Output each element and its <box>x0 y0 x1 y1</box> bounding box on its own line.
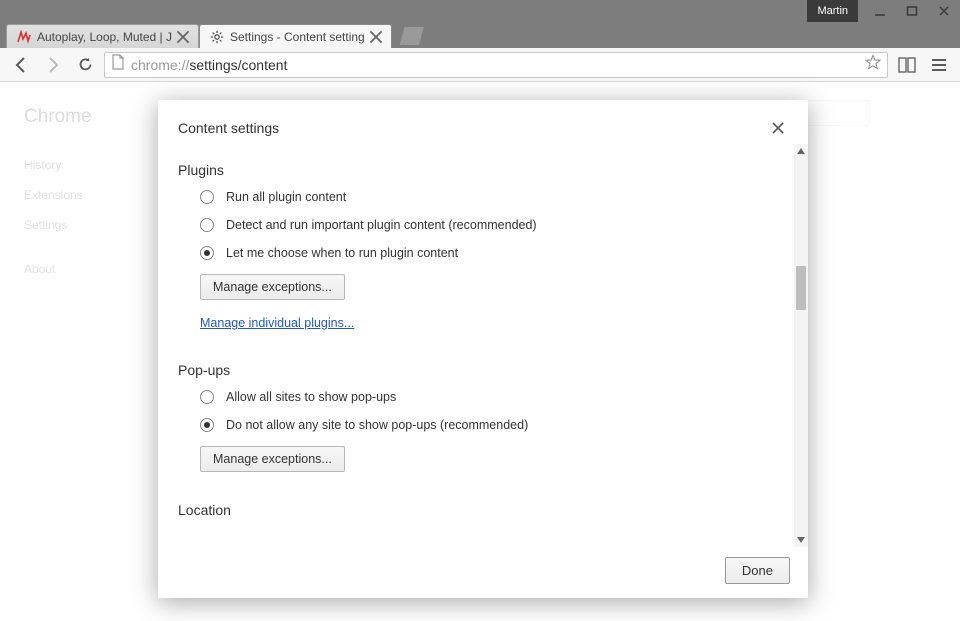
forward-button[interactable] <box>40 52 66 78</box>
gear-icon <box>210 30 224 44</box>
dialog-footer: Done <box>158 547 808 598</box>
radio-icon <box>200 190 214 204</box>
scrollbar-thumb[interactable] <box>796 266 806 310</box>
dialog-scroll-area: Plugins Run all plugin content Detect an… <box>158 144 794 547</box>
address-bar[interactable]: chrome://settings/content <box>104 52 888 78</box>
scroll-up-icon[interactable] <box>794 144 808 158</box>
window-close-button[interactable] <box>928 0 960 22</box>
radio-label: Allow all sites to show pop-ups <box>226 390 396 404</box>
tab-title: Autoplay, Loop, Muted | J <box>37 30 172 44</box>
reload-button[interactable] <box>72 52 98 78</box>
done-button[interactable]: Done <box>725 557 790 584</box>
radio-icon <box>200 390 214 404</box>
window-maximize-button[interactable] <box>896 0 928 22</box>
back-button[interactable] <box>8 52 34 78</box>
manage-individual-plugins-link[interactable]: Manage individual plugins... <box>200 316 354 330</box>
bookmark-star-icon[interactable] <box>865 54 881 75</box>
scrollbar[interactable] <box>794 144 808 547</box>
plugins-manage-exceptions-button[interactable]: Manage exceptions... <box>200 274 345 300</box>
popups-option-1[interactable]: Do not allow any site to show pop-ups (r… <box>200 418 786 432</box>
url-text: chrome://settings/content <box>131 57 859 73</box>
user-badge[interactable]: Martin <box>807 0 858 22</box>
panels-icon[interactable] <box>894 52 920 78</box>
window-titlebar: Martin <box>0 0 960 22</box>
tab-close-icon[interactable] <box>176 30 190 44</box>
tab-strip: Autoplay, Loop, Muted | J Settings - Con… <box>0 22 960 48</box>
tab-title: Settings - Content setting <box>230 30 365 44</box>
dialog-title: Content settings <box>178 120 279 136</box>
scroll-down-icon[interactable] <box>794 533 808 547</box>
popups-heading: Pop-ups <box>178 362 786 378</box>
radio-icon <box>200 218 214 232</box>
radio-label: Run all plugin content <box>226 190 346 204</box>
plugins-option-0[interactable]: Run all plugin content <box>200 190 786 204</box>
window-minimize-button[interactable] <box>864 0 896 22</box>
plugins-heading: Plugins <box>178 162 786 178</box>
new-tab-button[interactable] <box>400 27 424 45</box>
popups-manage-exceptions-button[interactable]: Manage exceptions... <box>200 446 345 472</box>
location-heading: Location <box>178 502 786 518</box>
plugins-option-1[interactable]: Detect and run important plugin content … <box>200 218 786 232</box>
page-icon <box>111 54 125 75</box>
radio-label: Do not allow any site to show pop-ups (r… <box>226 418 528 432</box>
tab-1[interactable]: Settings - Content setting <box>199 24 392 48</box>
tab-0[interactable]: Autoplay, Loop, Muted | J <box>6 24 199 48</box>
dialog-body: Plugins Run all plugin content Detect an… <box>158 144 808 547</box>
favicon-icon <box>17 30 31 44</box>
radio-label: Detect and run important plugin content … <box>226 218 537 232</box>
plugins-option-2[interactable]: Let me choose when to run plugin content <box>200 246 786 260</box>
radio-label: Let me choose when to run plugin content <box>226 246 458 260</box>
radio-icon <box>200 246 214 260</box>
menu-icon[interactable] <box>926 52 952 78</box>
tab-close-icon[interactable] <box>369 30 383 44</box>
dialog-header: Content settings <box>158 100 808 144</box>
dialog-close-button[interactable] <box>768 118 788 138</box>
radio-icon <box>200 418 214 432</box>
popups-option-0[interactable]: Allow all sites to show pop-ups <box>200 390 786 404</box>
content-settings-dialog: Content settings Plugins Run all plugin … <box>158 100 808 598</box>
scrollbar-track[interactable] <box>794 158 808 533</box>
toolbar: chrome://settings/content <box>0 48 960 82</box>
